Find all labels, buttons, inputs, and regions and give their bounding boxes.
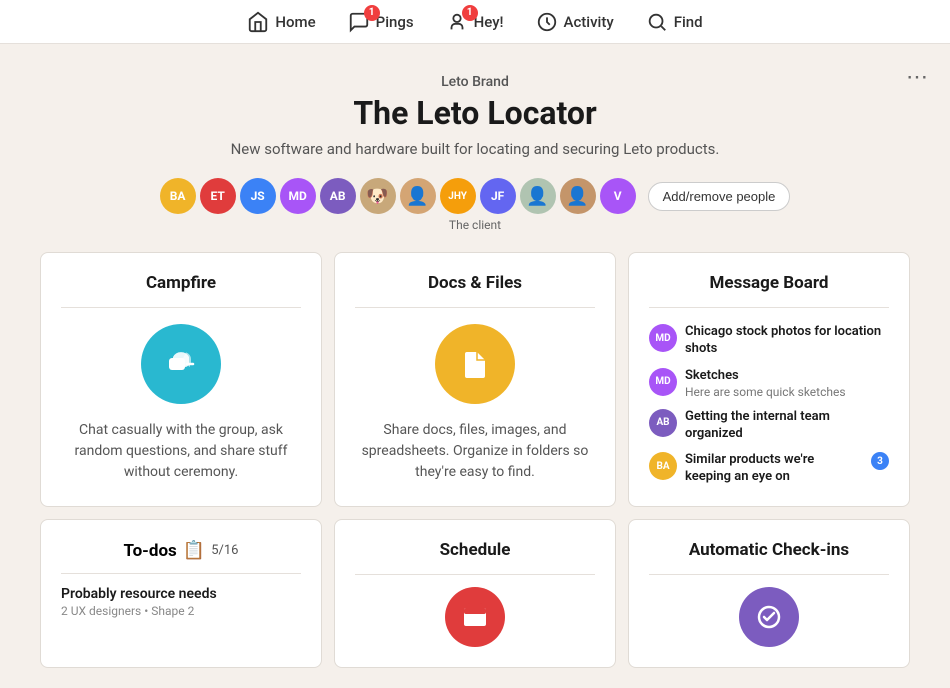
msg-title-2: Sketches [685, 368, 889, 385]
nav-pings[interactable]: 1 Pings [348, 11, 414, 33]
msg-title-4: Similar products we're keeping an eye on [685, 452, 863, 486]
checkins-card[interactable]: Automatic Check-ins [628, 519, 910, 668]
msg-sub-2: Here are some quick sketches [685, 385, 889, 399]
avatar-jf[interactable]: JF [480, 178, 516, 214]
avatar-ab[interactable]: AB [320, 178, 356, 214]
checkin-icon-wrap [649, 587, 889, 647]
nav-find-label: Find [674, 13, 703, 31]
project-title: The Leto Locator [40, 94, 910, 132]
todos-title: To-dos [123, 541, 176, 561]
avatars-row: BA ET JS MD AB 🐶 👤 JHY JF 👤 👤 V Add/remo… [40, 178, 910, 214]
todo-item-sub: 2 UX designers • Shape 2 [61, 604, 301, 618]
campfire-icon-wrap [61, 324, 301, 404]
msg-content-2: Sketches Here are some quick sketches [685, 368, 889, 399]
top-navigation: Home 1 Pings 1 Hey! Activity [0, 0, 950, 44]
message-board-card[interactable]: Message Board MD Chicago stock photos fo… [628, 252, 910, 507]
pings-badge: 1 [364, 5, 380, 21]
message-item-1[interactable]: MD Chicago stock photos for location sho… [649, 324, 889, 358]
schedule-circle-icon [445, 587, 505, 647]
msg-avatar-1: MD [649, 324, 677, 352]
message-item-2[interactable]: MD Sketches Here are some quick sketches [649, 368, 889, 399]
msg-content-1: Chicago stock photos for location shots [685, 324, 889, 358]
top-cards-grid: Campfire Chat casually with the grou [40, 252, 910, 507]
client-label: The client [40, 218, 910, 232]
nav-home-label: Home [275, 13, 315, 31]
nav-hey-label: Hey! [474, 13, 504, 31]
docs-body: Share docs, files, images, and spreadshe… [355, 420, 595, 483]
avatar-photo-1[interactable]: 🐶 [360, 178, 396, 214]
main-content: ⋯ Leto Brand The Leto Locator New softwa… [0, 44, 950, 688]
docs-title: Docs & Files [355, 273, 595, 308]
avatar-photo-3[interactable]: 👤 [520, 178, 556, 214]
msg-title-3: Getting the internal team organized [685, 409, 889, 443]
docs-card[interactable]: Docs & Files Share docs, files, images, … [334, 252, 616, 507]
checkins-title: Automatic Check-ins [649, 540, 889, 575]
avatar-jhy[interactable]: JHY [440, 178, 476, 214]
msg-title-1: Chicago stock photos for location shots [685, 324, 889, 358]
nav-hey[interactable]: 1 Hey! [446, 11, 504, 33]
message-board-title: Message Board [649, 273, 889, 308]
more-options-button[interactable]: ⋯ [906, 64, 930, 90]
todos-progress: 5/16 [211, 543, 238, 558]
nav-find[interactable]: Find [646, 11, 703, 33]
msg-content-3: Getting the internal team organized [685, 409, 889, 443]
avatar-ba[interactable]: BA [160, 178, 196, 214]
campfire-body: Chat casually with the group, ask random… [61, 420, 301, 483]
avatar-js[interactable]: JS [240, 178, 276, 214]
nav-activity-label: Activity [564, 13, 614, 31]
nav-pings-label: Pings [376, 13, 414, 31]
bottom-cards-grid: To-dos 📋 5/16 Probably resource needs 2 … [40, 519, 910, 668]
add-people-button[interactable]: Add/remove people [648, 182, 791, 211]
msg-content-4: Similar products we're keeping an eye on [685, 452, 863, 486]
schedule-icon-wrap [355, 587, 595, 647]
docs-icon-wrap [355, 324, 595, 404]
msg-badge-4: 3 [871, 452, 889, 470]
schedule-title: Schedule [355, 540, 595, 575]
brand-name: Leto Brand [40, 74, 910, 90]
docs-circle-icon [435, 324, 515, 404]
msg-avatar-3: AB [649, 409, 677, 437]
avatar-v[interactable]: V [600, 178, 636, 214]
schedule-card[interactable]: Schedule [334, 519, 616, 668]
project-header: Leto Brand The Leto Locator New software… [40, 74, 910, 158]
campfire-card[interactable]: Campfire Chat casually with the grou [40, 252, 322, 507]
message-item-4[interactable]: BA Similar products we're keeping an eye… [649, 452, 889, 486]
todos-card[interactable]: To-dos 📋 5/16 Probably resource needs 2 … [40, 519, 322, 668]
todo-item-title: Probably resource needs [61, 586, 301, 602]
message-item-3[interactable]: AB Getting the internal team organized [649, 409, 889, 443]
msg-avatar-2: MD [649, 368, 677, 396]
message-list: MD Chicago stock photos for location sho… [649, 324, 889, 486]
nav-activity[interactable]: Activity [536, 11, 614, 33]
avatar-photo-4[interactable]: 👤 [560, 178, 596, 214]
nav-home[interactable]: Home [247, 11, 315, 33]
avatar-et[interactable]: ET [200, 178, 236, 214]
checkin-circle-icon [739, 587, 799, 647]
msg-avatar-4: BA [649, 452, 677, 480]
hey-badge: 1 [462, 5, 478, 21]
campfire-circle-icon [141, 324, 221, 404]
project-description: New software and hardware built for loca… [40, 140, 910, 158]
campfire-title: Campfire [61, 273, 301, 308]
avatar-photo-2[interactable]: 👤 [400, 178, 436, 214]
avatar-md[interactable]: MD [280, 178, 316, 214]
